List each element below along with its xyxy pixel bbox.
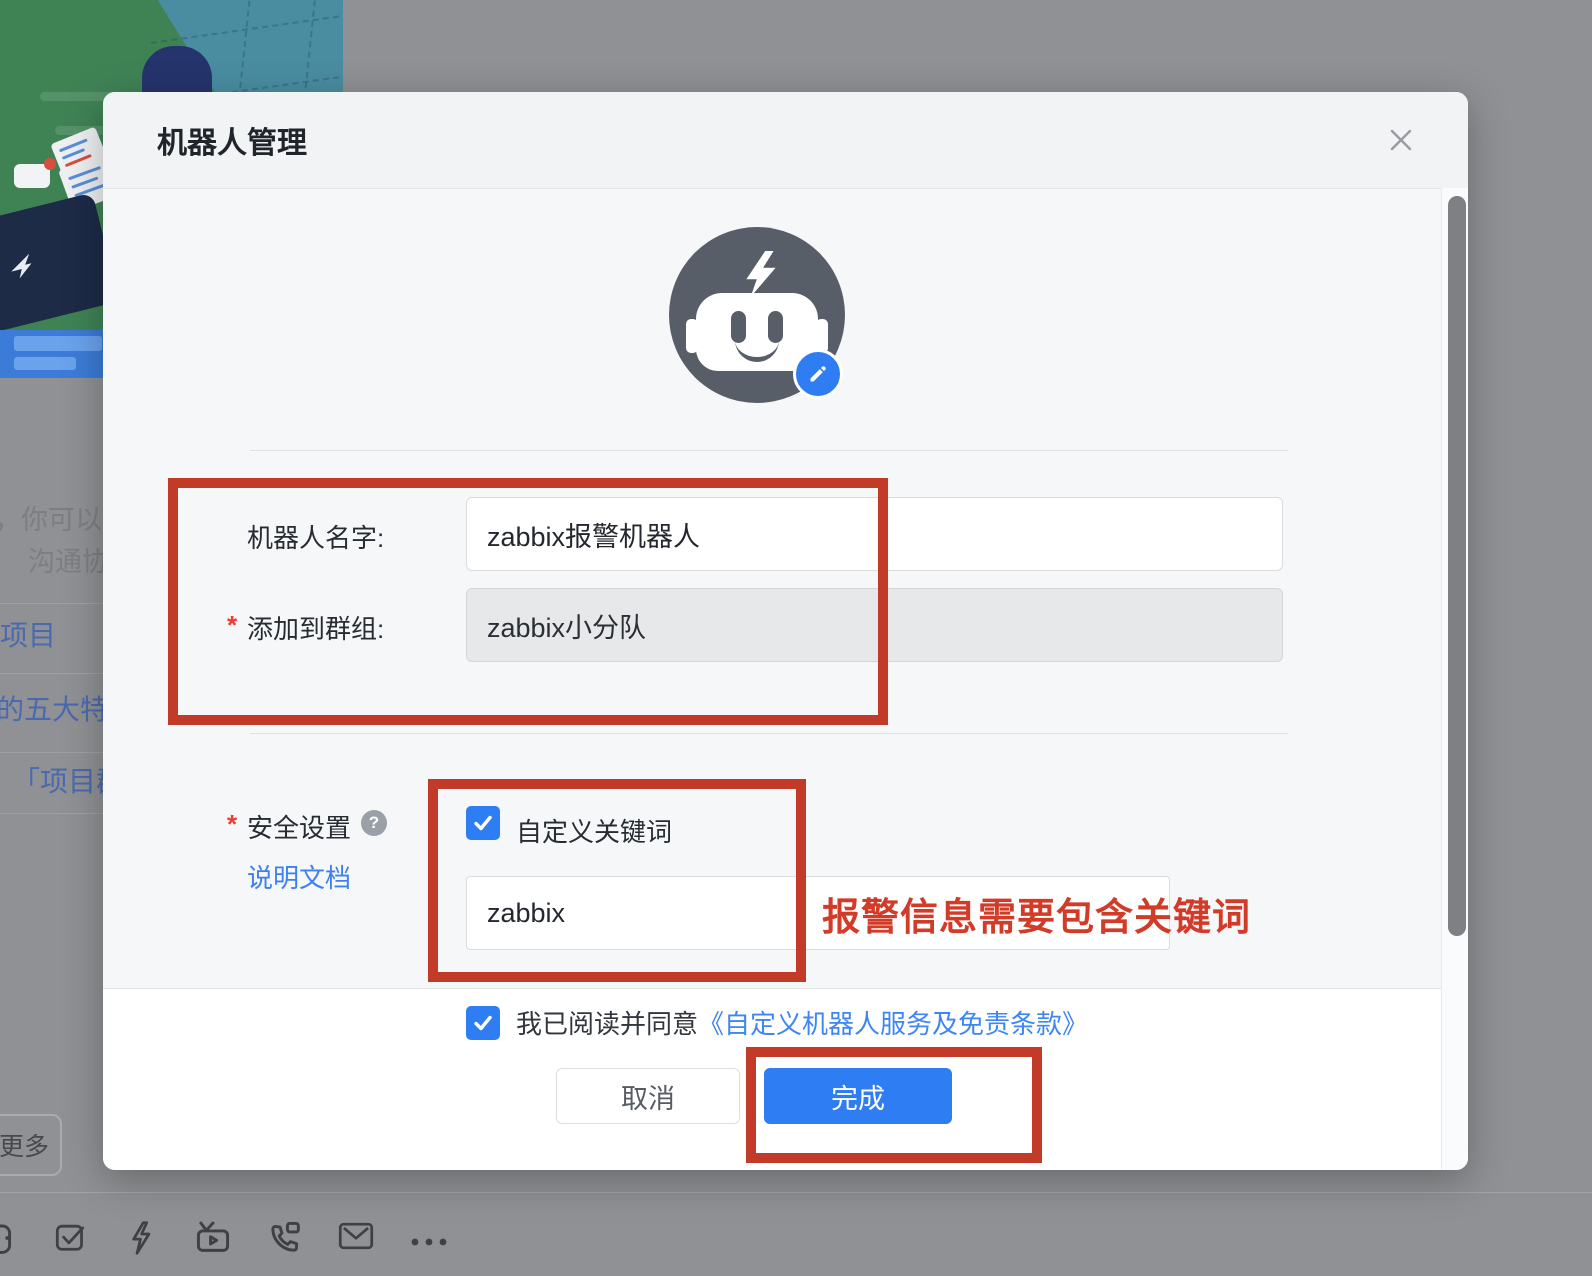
video-call-icon <box>268 1221 302 1260</box>
required-asterisk: * <box>227 809 237 840</box>
background-left-panel: ，你可以 沟通协 项目 的五大特 「项目群 <box>0 380 103 1060</box>
annotation-box-name-group <box>168 478 888 725</box>
scrollbar-thumb[interactable] <box>1448 196 1466 936</box>
divider <box>250 733 1288 734</box>
background-link-project-group: 「项目群 <box>12 760 103 800</box>
annotation-box-keyword <box>428 779 806 982</box>
more-button-label: 更多 <box>0 1127 49 1163</box>
mail-icon <box>338 1221 374 1256</box>
page: ，你可以 沟通协 项目 的五大特 「项目群 更多 机器人管理 <box>0 0 1592 1276</box>
scrollbar-track[interactable] <box>1441 188 1468 1170</box>
help-icon[interactable]: ? <box>361 810 387 836</box>
background-paragraph-line: 沟通协 <box>28 540 103 579</box>
security-settings-label: 安全设置 <box>247 808 351 845</box>
divider <box>250 450 1288 451</box>
agreement-row: 我已阅读并同意 《自定义机器人服务及免责条款》 <box>466 1004 1088 1041</box>
agreement-text: 我已阅读并同意 <box>516 1004 698 1041</box>
robot-avatar <box>669 227 845 403</box>
annotation-box-confirm <box>746 1047 1042 1163</box>
flash-icon <box>128 1221 154 1260</box>
robot-ear <box>816 319 828 353</box>
background-link-features: 的五大特 <box>0 688 103 728</box>
bottom-toolbar-divider <box>0 1192 1592 1193</box>
documentation-link[interactable]: 说明文档 <box>247 858 351 895</box>
more-ellipsis-icon <box>410 1234 448 1252</box>
divider <box>0 813 103 814</box>
more-button: 更多 <box>0 1114 62 1176</box>
lightning-antenna-icon <box>741 251 781 297</box>
laptop <box>0 192 119 335</box>
dialog-title: 机器人管理 <box>157 118 307 162</box>
live-tv-icon <box>196 1221 230 1258</box>
cancel-button[interactable]: 取消 <box>556 1068 740 1124</box>
task-check-icon <box>55 1221 85 1256</box>
divider <box>0 752 103 753</box>
background-paragraph-line: ，你可以 <box>0 498 102 537</box>
divider <box>0 603 103 604</box>
robot-ear <box>686 319 698 353</box>
check-icon <box>472 1012 494 1034</box>
avatar-edit-badge[interactable] <box>793 349 843 399</box>
dingtalk-wing-icon <box>4 251 39 283</box>
agreement-checkbox[interactable] <box>466 1006 500 1040</box>
notification-dot <box>44 158 56 170</box>
divider <box>0 673 103 674</box>
robot-partial-icon <box>0 1221 12 1260</box>
agreement-terms-link[interactable]: 《自定义机器人服务及免责条款》 <box>698 1004 1088 1041</box>
close-icon[interactable] <box>1386 125 1416 155</box>
pencil-icon <box>808 364 828 384</box>
dialog-header: 机器人管理 <box>103 92 1468 189</box>
background-link-project: 项目 <box>0 614 56 654</box>
annotation-keyword-note: 报警信息需要包含关键词 <box>822 886 1251 941</box>
